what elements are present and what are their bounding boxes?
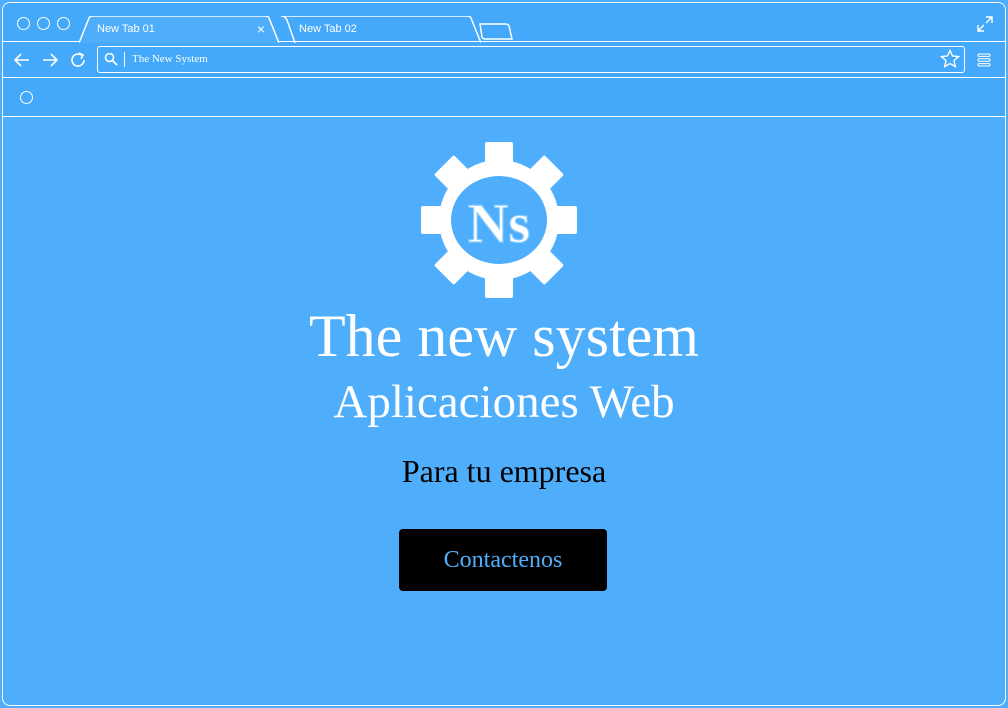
window-minimize-dot[interactable] [37,17,50,30]
page-content: Ns The new system Aplicaciones Web Para … [3,117,1005,705]
arrow-left-icon[interactable] [13,51,31,69]
window-close-dot[interactable] [17,17,30,30]
tab-bar: New Tab 01 × New Tab 02 [3,3,1005,43]
hamburger-menu-icon[interactable] [977,53,991,67]
address-bar[interactable]: The New System [97,46,965,73]
reload-icon[interactable] [69,51,87,69]
tab-label: New Tab 01 [97,23,155,35]
window-maximize-dot[interactable] [57,17,70,30]
browser-window: New Tab 01 × New Tab 02 The New System N… [2,2,1006,706]
new-tab-button[interactable] [479,23,513,41]
address-text[interactable]: The New System [132,47,208,71]
tab-label: New Tab 02 [299,23,357,35]
contact-button[interactable]: Contactenos [399,529,607,591]
bookmark-bar [3,78,1005,117]
search-icon [104,52,118,66]
bookmark-dot-icon[interactable] [20,91,33,104]
page-tagline: Para tu empresa [401,453,607,489]
tab-new-tab-02[interactable]: New Tab 02 [281,16,481,43]
page-subtitle: Aplicaciones Web [333,376,675,428]
gear-logo-icon: Ns [421,142,577,298]
star-icon[interactable] [940,49,960,69]
close-tab-icon[interactable]: × [257,16,265,43]
logo-text: Ns [468,193,530,255]
navigation-bar: The New System [3,42,1005,78]
expand-icon[interactable] [977,16,993,32]
page-title: The new system [309,303,699,369]
arrow-right-icon[interactable] [41,51,59,69]
browser-chrome: New Tab 01 × New Tab 02 The New System [3,3,1005,117]
address-separator [124,52,125,67]
tab-new-tab-01[interactable]: New Tab 01 × [79,16,279,43]
